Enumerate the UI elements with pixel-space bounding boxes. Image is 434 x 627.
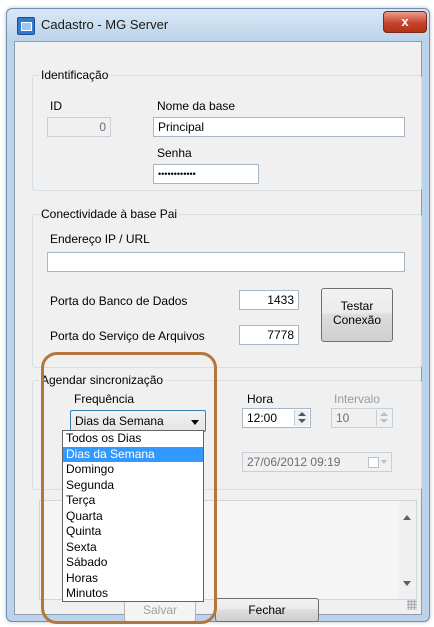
- scroll-up-icon[interactable]: [403, 515, 411, 520]
- identificacao-legend: Identificação: [39, 68, 111, 82]
- intervalo-field[interactable]: 10: [331, 408, 393, 428]
- calendar-icon[interactable]: [368, 456, 388, 468]
- intervalo-value: 10: [336, 411, 350, 425]
- close-button[interactable]: x: [383, 11, 427, 33]
- hora-value: 12:00: [247, 411, 278, 425]
- porta-bd-field[interactable]: 1433: [239, 290, 299, 310]
- resize-grip-icon[interactable]: [407, 600, 417, 610]
- intervalo-label: Intervalo: [334, 392, 381, 406]
- hora-spin-icon[interactable]: [294, 410, 309, 426]
- nome-da-base-field[interactable]: Principal: [153, 117, 405, 137]
- log-scrollbar[interactable]: [399, 501, 416, 599]
- senha-label: Senha: [157, 146, 192, 160]
- scroll-down-icon[interactable]: [403, 581, 411, 586]
- option-sabado[interactable]: Sábado: [63, 555, 203, 571]
- option-minutos[interactable]: Minutos: [63, 586, 203, 602]
- option-todos-os-dias[interactable]: Todos os Dias: [63, 431, 203, 447]
- porta-arquivos-label: Porta do Serviço de Arquivos: [50, 329, 205, 343]
- porta-arquivos-field[interactable]: 7778: [239, 325, 299, 345]
- frequencia-label: Frequência: [74, 392, 135, 406]
- agendar-legend: Agendar sincronização: [39, 373, 166, 387]
- frequencia-combo[interactable]: Dias da Semana: [70, 410, 206, 432]
- option-horas[interactable]: Horas: [63, 571, 203, 587]
- endereco-field[interactable]: [47, 252, 405, 272]
- data-field[interactable]: 27/06/2012 09:19: [242, 452, 392, 472]
- option-terca[interactable]: Terça: [63, 493, 203, 509]
- endereco-label: Endereço IP / URL: [50, 232, 150, 246]
- senha-field[interactable]: ••••••••••••: [153, 164, 259, 184]
- dropdown-arrow-icon: [191, 420, 199, 425]
- frequencia-dropdown-list: Todos os Dias Dias da Semana Domingo Seg…: [62, 430, 204, 602]
- option-domingo[interactable]: Domingo: [63, 462, 203, 478]
- window-title: Cadastro - MG Server: [41, 17, 169, 32]
- nome-da-base-label: Nome da base: [157, 99, 236, 113]
- data-value: 27/06/2012 09:19: [247, 455, 341, 469]
- option-segunda[interactable]: Segunda: [63, 478, 203, 494]
- intervalo-spin-icon[interactable]: [376, 410, 391, 426]
- frequencia-selected: Dias da Semana: [75, 414, 164, 428]
- conectividade-legend: Conectividade à base Pai: [39, 207, 180, 221]
- testar-conexao-button[interactable]: Testar Conexão: [321, 288, 393, 342]
- option-dias-da-semana[interactable]: Dias da Semana: [63, 446, 203, 462]
- title-bar: Cadastro - MG Server x: [7, 9, 429, 41]
- id-field[interactable]: 0: [47, 117, 111, 137]
- hora-field[interactable]: 12:00: [242, 408, 311, 428]
- id-label: ID: [50, 99, 62, 113]
- option-quinta[interactable]: Quinta: [63, 524, 203, 540]
- option-sexta[interactable]: Sexta: [63, 540, 203, 556]
- app-icon: [17, 17, 35, 35]
- fechar-button[interactable]: Fechar: [215, 598, 319, 622]
- hora-label: Hora: [247, 392, 274, 406]
- porta-bd-label: Porta do Banco de Dados: [50, 294, 188, 308]
- option-quarta[interactable]: Quarta: [63, 509, 203, 525]
